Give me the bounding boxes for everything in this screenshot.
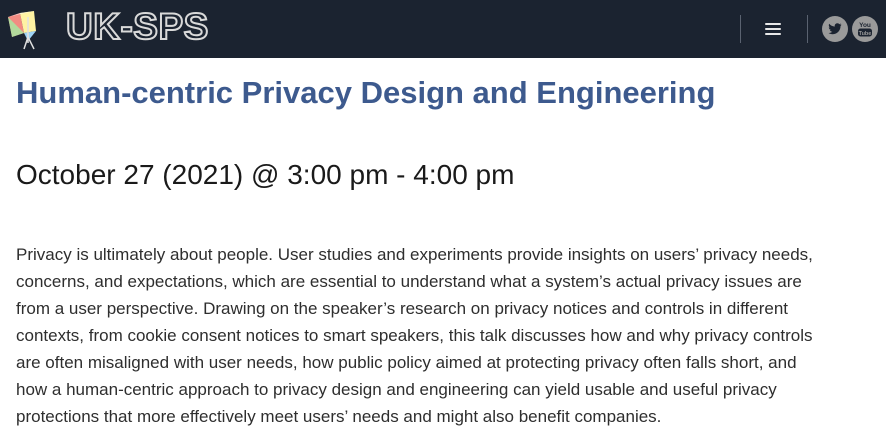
description-line: Privacy is ultimately about people. User… [16,245,813,264]
description-line: concerns, and expectations, which are es… [16,272,802,291]
event-title: Human-centric Privacy Design and Enginee… [16,75,716,110]
description-line: protections that more effectively meet u… [16,407,662,426]
description-line: from a user perspective. Drawing on the … [16,299,789,318]
site-logo-icon[interactable] [4,7,44,51]
description-line: are often misaligned with user needs, ho… [16,353,797,372]
menu-bar [765,33,781,35]
svg-text:Tube: Tube [859,31,872,37]
svg-text:You: You [859,22,871,29]
site-name[interactable]: UK-SPS [65,4,209,50]
menu-bar [765,23,781,25]
hamburger-menu-icon[interactable] [762,20,784,38]
youtube-icon[interactable]: You Tube [852,16,878,42]
twitter-icon[interactable] [822,16,848,42]
header-divider [807,15,808,43]
site-header: UK-SPS You Tube [0,0,886,58]
event-description: Privacy is ultimately about people. User… [16,241,878,430]
header-divider [740,15,741,43]
description-line: contexts, from cookie consent notices to… [16,326,813,345]
description-line: how a human-centric approach to privacy … [16,380,777,399]
menu-bar [765,28,781,30]
event-date-time: October 27 (2021) @ 3:00 pm - 4:00 pm [16,159,515,190]
